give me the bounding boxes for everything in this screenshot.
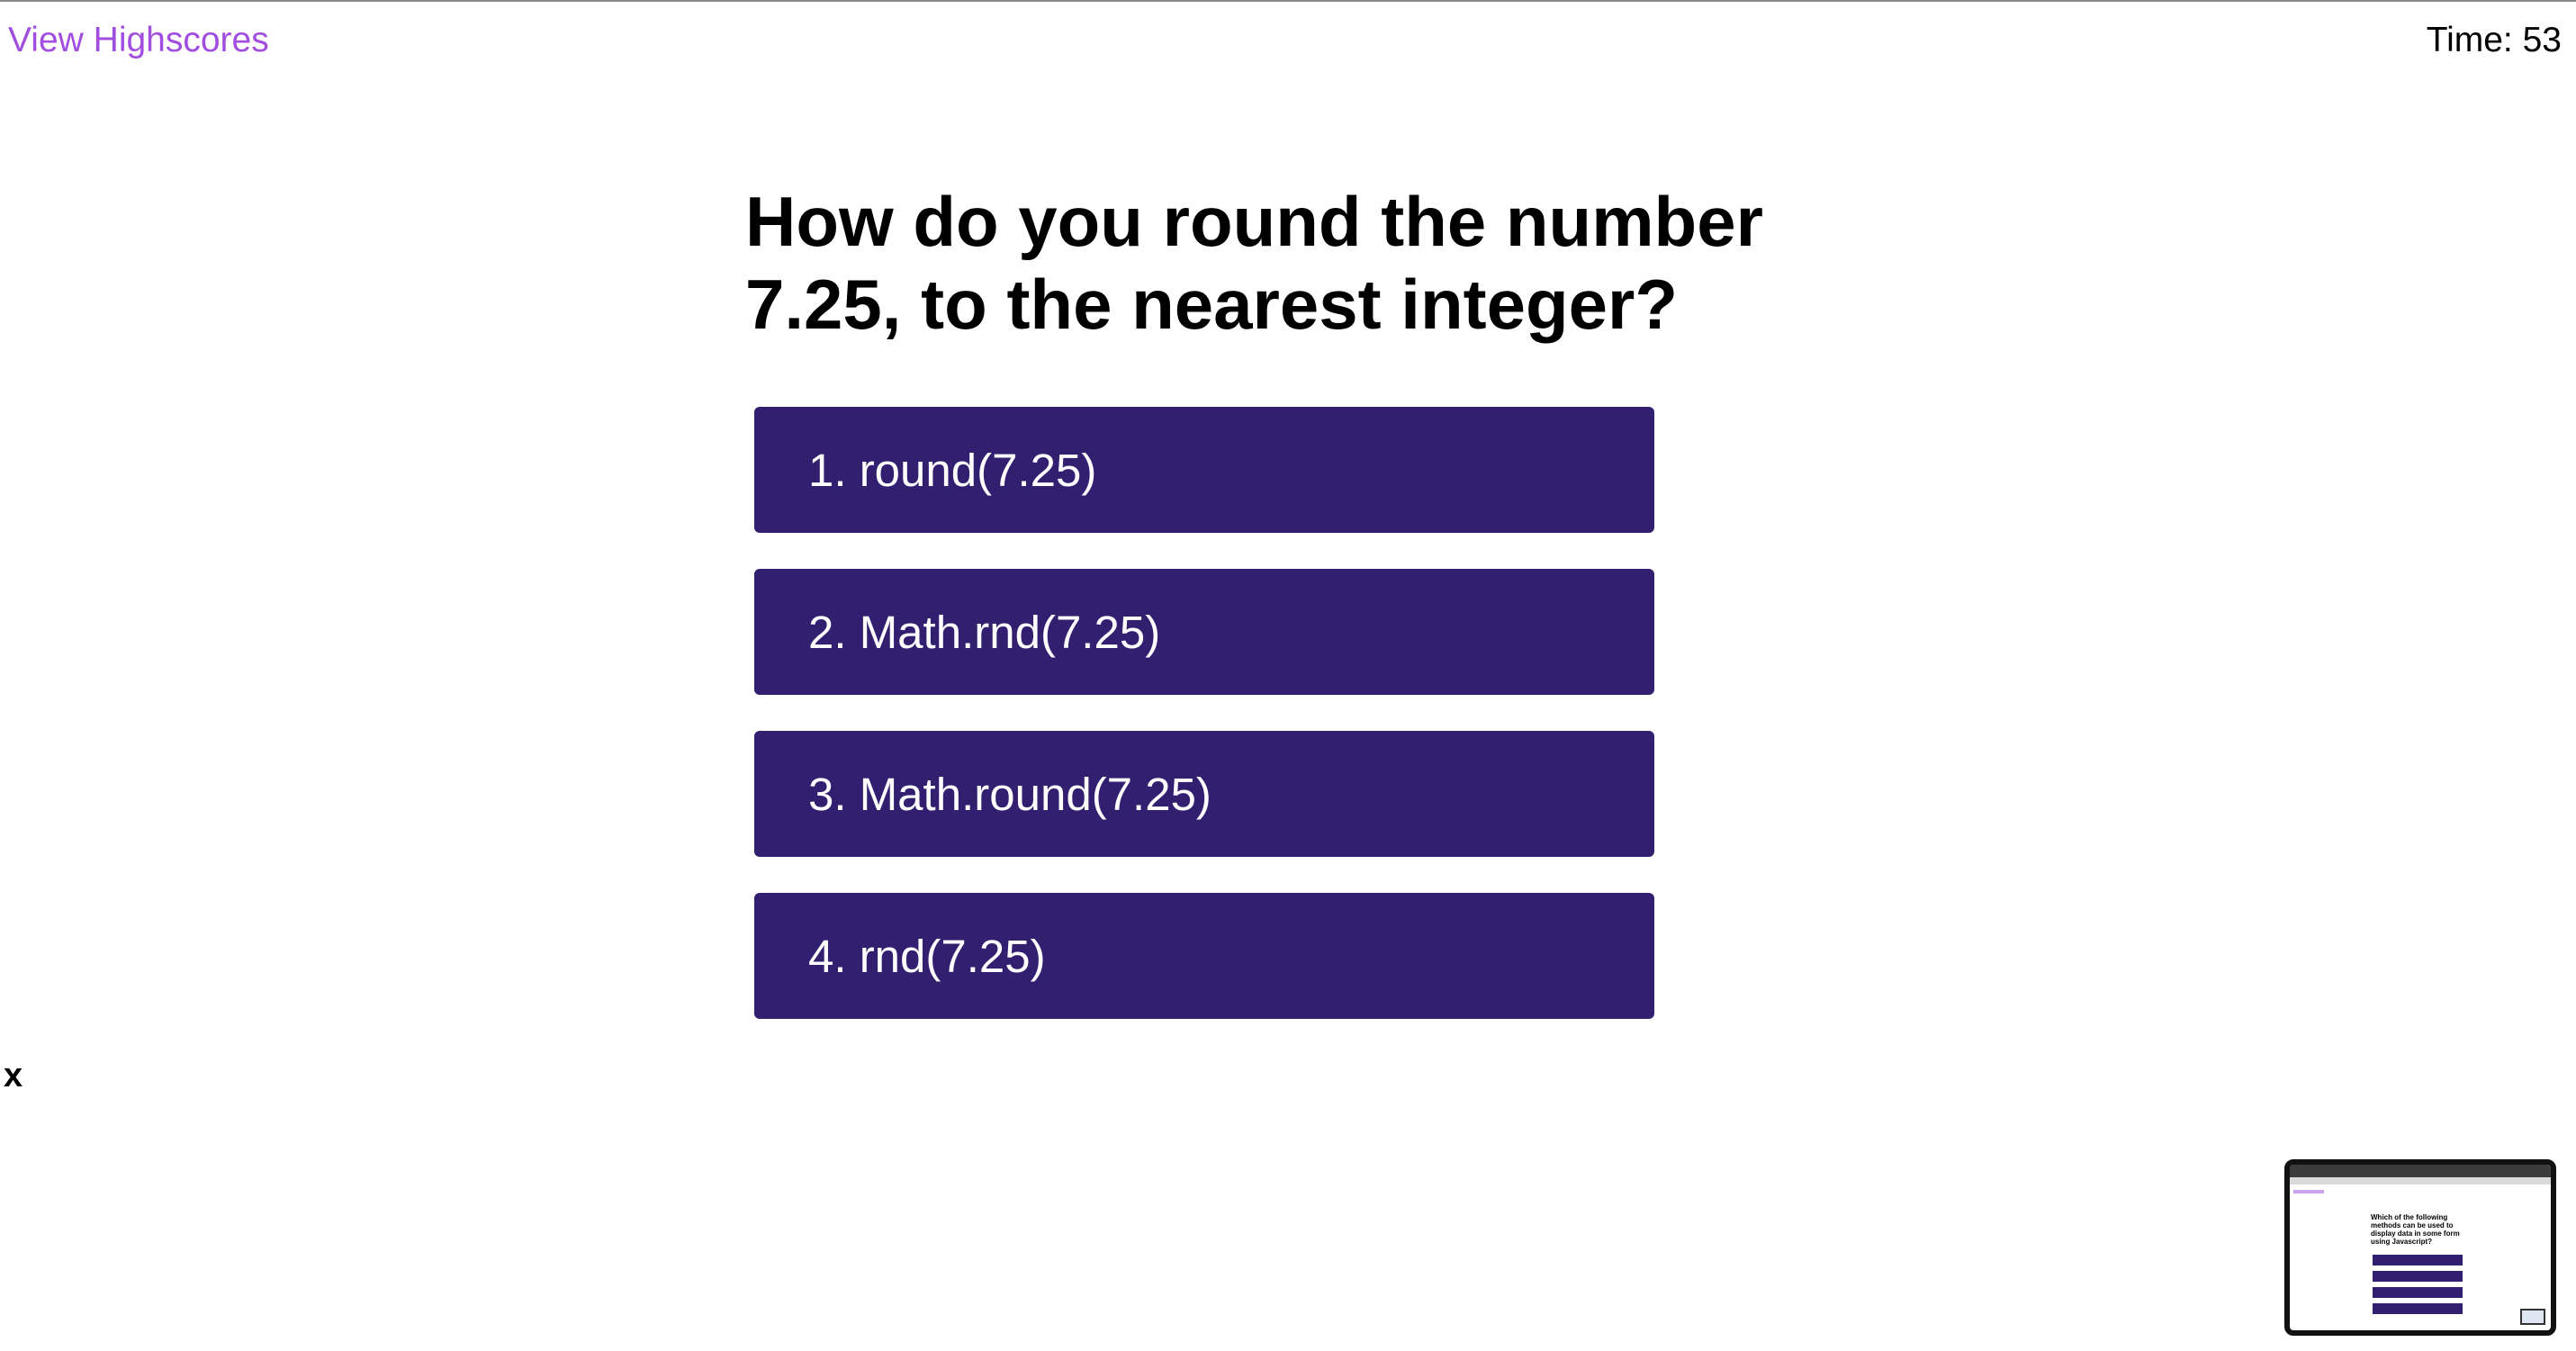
thumbnail-choice	[2373, 1303, 2463, 1314]
answer-choice-1[interactable]: 1. round(7.25)	[754, 407, 1654, 533]
thumbnail-choice	[2373, 1287, 2463, 1298]
quiz-page: View Highscores Time: 53 How do you roun…	[0, 0, 2576, 1351]
thumbnail-tab-bar	[2290, 1177, 2551, 1184]
quiz-card: How do you round the number 7.25, to the…	[745, 180, 1807, 1019]
thumbnail-link	[2293, 1190, 2324, 1193]
thumbnail-choice	[2373, 1271, 2463, 1282]
thumbnail-window-icon	[2520, 1309, 2545, 1325]
screen-recording-thumbnail[interactable]: Which of the following methods can be us…	[2284, 1159, 2556, 1336]
question-title: How do you round the number 7.25, to the…	[745, 182, 1763, 344]
thumbnail-question: Which of the following methods can be us…	[2371, 1213, 2460, 1246]
answer-choice-2[interactable]: 2. Math.rnd(7.25)	[754, 569, 1654, 695]
answer-choice-4[interactable]: 4. rnd(7.25)	[754, 893, 1654, 1019]
view-highscores-link[interactable]: View Highscores	[8, 18, 269, 63]
thumbnail-choice	[2373, 1255, 2463, 1265]
thumbnail-browser-toolbar	[2290, 1165, 2551, 1177]
close-icon[interactable]: x	[4, 1053, 23, 1098]
timer-display: Time: 53	[2426, 21, 2562, 59]
answer-choice-3[interactable]: 3. Math.round(7.25)	[754, 731, 1654, 857]
answer-choices-list: 1. round(7.25) 2. Math.rnd(7.25) 3. Math…	[754, 407, 1654, 1055]
